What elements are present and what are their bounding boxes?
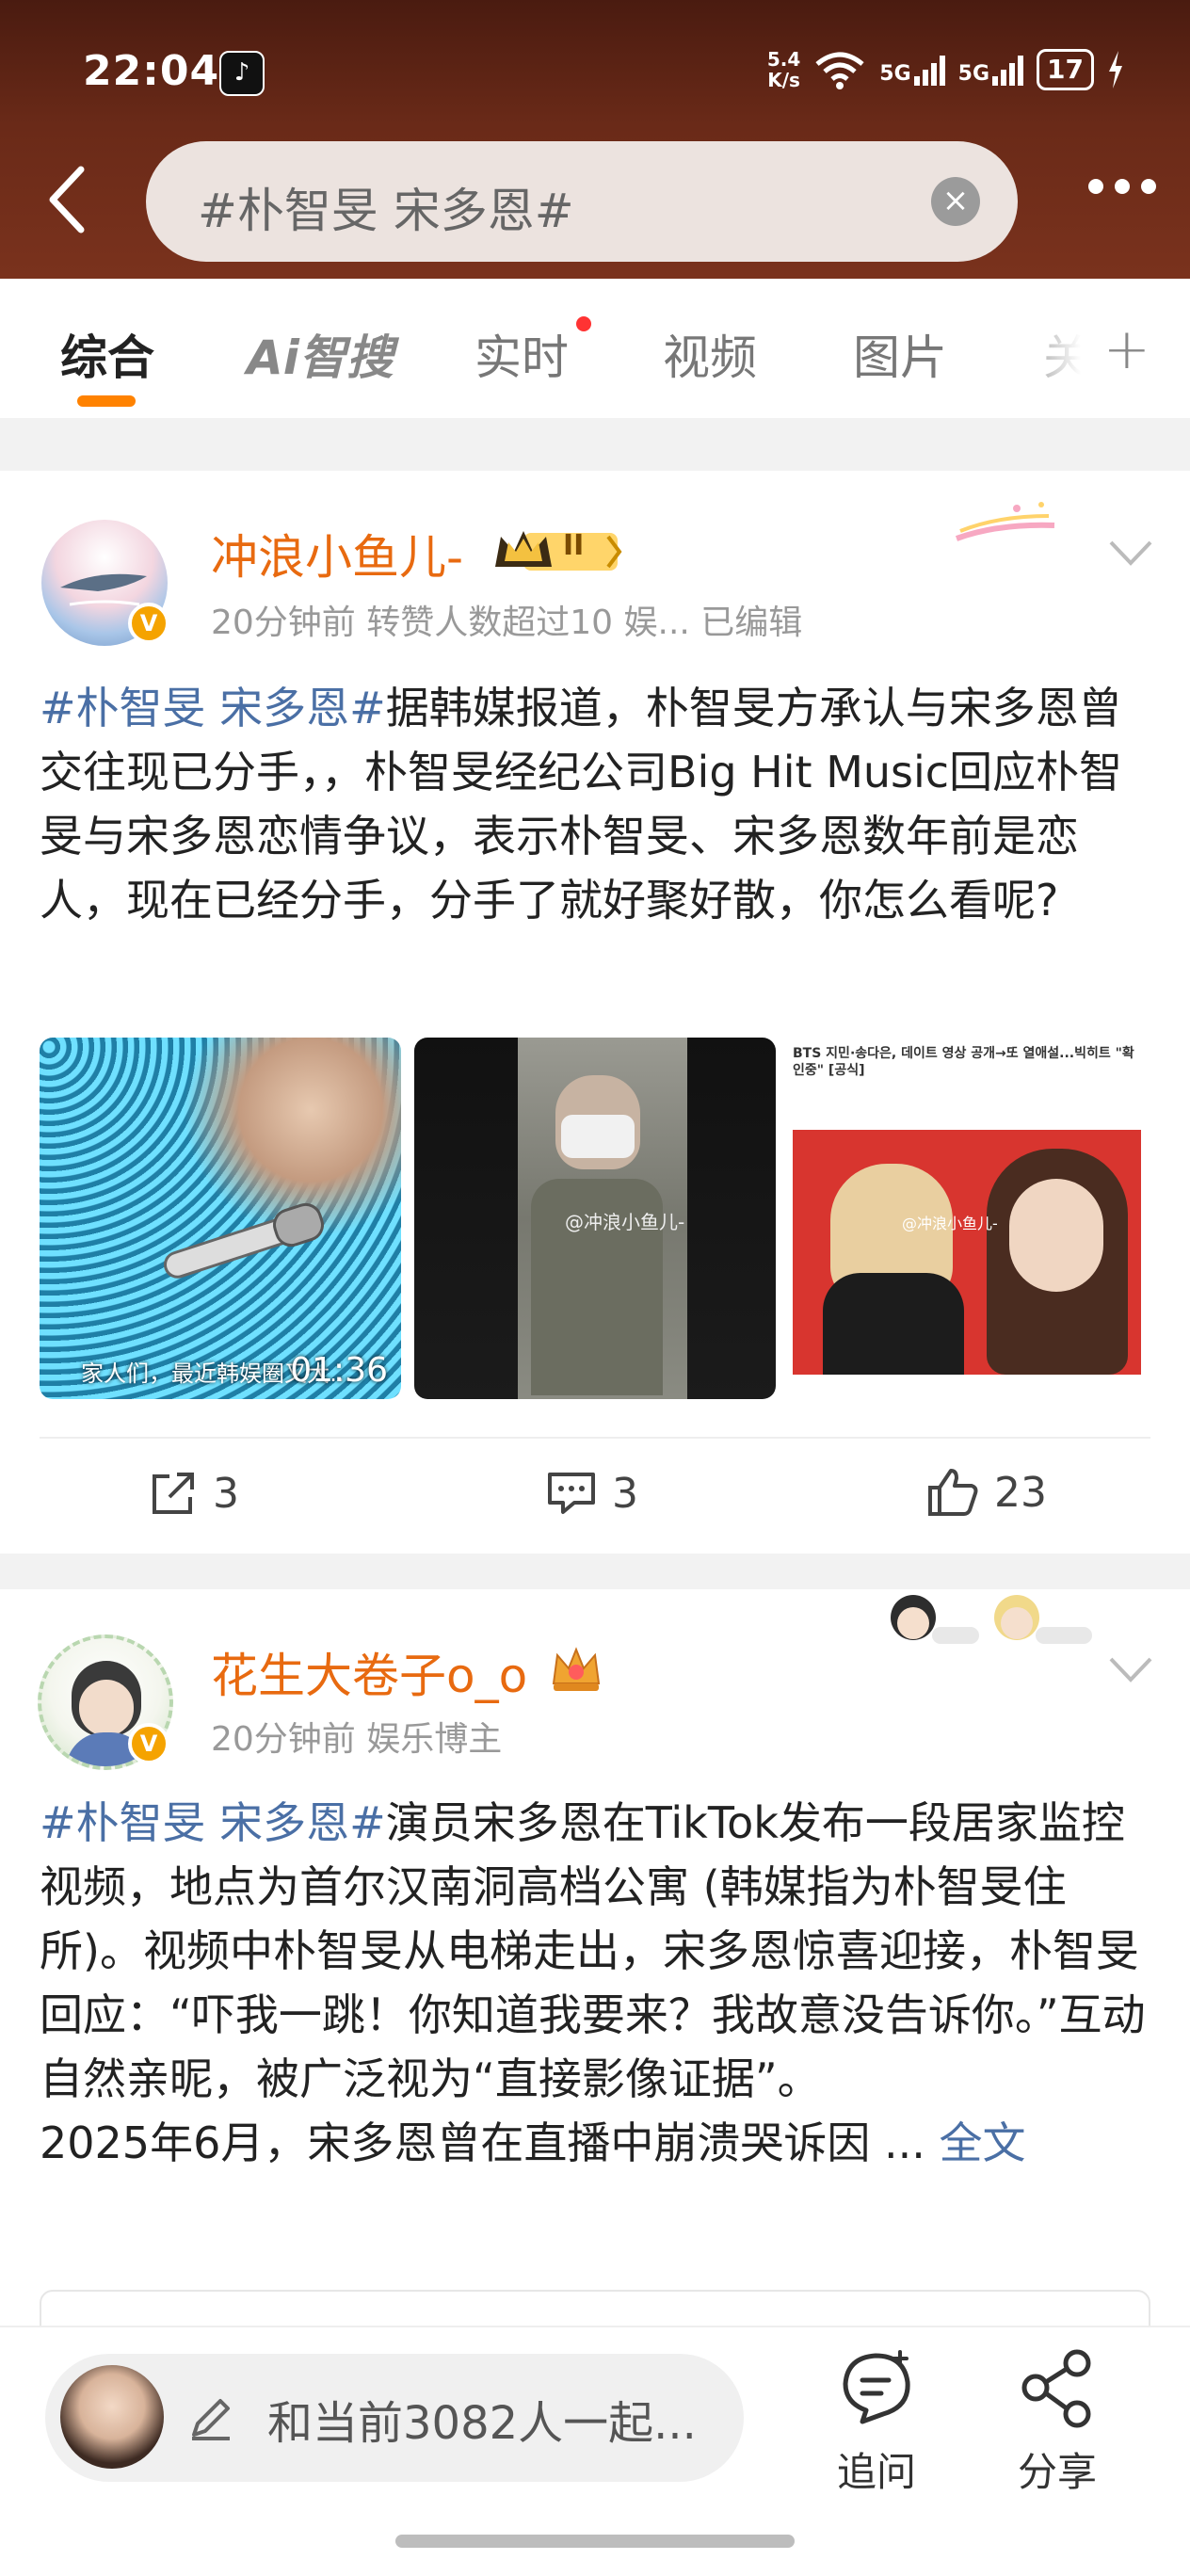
avatar-face: [79, 1680, 134, 1736]
tab-fade: [1002, 279, 1115, 418]
photo-mask: [561, 1115, 635, 1158]
video-thumbnail[interactable]: 家人们，最近韩娱圈又大… 01:36: [40, 1038, 401, 1399]
pencil-icon: [192, 2399, 230, 2440]
active-tab-indicator: [77, 395, 136, 407]
home-indicator[interactable]: [395, 2535, 795, 2548]
share-button[interactable]: 分享: [1015, 2346, 1100, 2498]
status-time: 22:04: [83, 47, 220, 95]
tab-comprehensive[interactable]: 综合: [60, 320, 154, 388]
wifi-icon: [815, 52, 864, 89]
realtime-notification-dot: [576, 316, 591, 331]
ask-button[interactable]: 追问: [834, 2346, 919, 2498]
signal-1-label: 5G: [879, 62, 911, 86]
repost-count: 3: [213, 1469, 239, 1518]
post-body: #朴智旻 宋多恩#演员宋多恩在TikTok发布一段居家监控视频，地点为首尔汉南洞…: [40, 1791, 1150, 2175]
comment-button[interactable]: 3: [546, 1469, 638, 1518]
like-count: 23: [994, 1468, 1047, 1517]
signal-2-label: 5G: [957, 62, 990, 86]
divider: [40, 1437, 1150, 1439]
ask-label: 追问: [836, 2449, 916, 2495]
comment-count: 3: [612, 1469, 638, 1518]
status-bar: 22:04 ♪ 5.4 K/s 5G 5G 17: [83, 47, 1152, 104]
search-tabs: 综合 Ai智搜 实时 视频 图片 关 +: [0, 279, 1190, 418]
signal-1: 5G: [879, 54, 945, 86]
tiktok-notification-icon: ♪: [219, 51, 265, 96]
news-watermark: @冲浪小鱼儿-: [902, 1215, 998, 1232]
clear-search-icon[interactable]: ×: [931, 177, 980, 226]
comment-input[interactable]: 和当前3082人一起...: [45, 2354, 744, 2482]
status-indicators: 5.4 K/s 5G 5G 17: [767, 49, 1124, 90]
back-arrow-icon[interactable]: [45, 166, 90, 233]
verified-badge-icon: V: [128, 603, 169, 644]
like-button[interactable]: 23: [926, 1467, 1047, 1518]
post-meta: 20分钟前 转赞人数超过10 娱... 已编辑: [211, 604, 803, 642]
news-headline: BTS 지민·송다은, 데이트 영상 공개→또 열애설...빅히트 "확인중" …: [793, 1046, 1134, 1078]
tab-realtime[interactable]: 实时: [474, 320, 569, 388]
hashtag-link[interactable]: #朴智旻 宋多恩#: [40, 1797, 386, 1848]
more-options-icon[interactable]: [1088, 179, 1156, 194]
news-person-1-body: [823, 1273, 964, 1375]
chevron-down-icon[interactable]: [1107, 1655, 1154, 1683]
comment-placeholder: 和当前3082人一起...: [267, 2397, 697, 2450]
thumbs-up-icon: [928, 1469, 978, 1516]
search-input[interactable]: #朴智旻 宋多恩# ×: [146, 141, 1018, 262]
battery-indicator: 17: [1037, 49, 1094, 90]
tab-images[interactable]: 图片: [853, 320, 947, 388]
net-speed-value: 5.4: [766, 48, 801, 71]
search-header: 22:04 ♪ 5.4 K/s 5G 5G 17 #朴智旻 宋多恩# ×: [0, 0, 1190, 279]
microphone-image: [164, 1202, 324, 1279]
news-person-2-face: [1009, 1179, 1103, 1292]
signal-bars-icon: [913, 54, 945, 86]
add-tab-icon[interactable]: +: [1103, 316, 1150, 382]
network-speed: 5.4 K/s: [767, 49, 800, 90]
repost-icon: [153, 1473, 194, 1514]
verified-badge-icon: V: [128, 1723, 169, 1764]
net-speed-unit: K/s: [767, 69, 800, 91]
tab-ai-search[interactable]: Ai智搜: [247, 320, 394, 388]
hashtag-link[interactable]: #朴智旻 宋多恩#: [40, 683, 386, 733]
tab-video[interactable]: 视频: [663, 320, 757, 388]
level-badge: II: [563, 529, 585, 562]
ask-chat-icon: [843, 2350, 910, 2424]
news-thumbnail[interactable]: BTS 지민·송다은, 데이트 영상 공개→또 열애설...빅히트 "확인중" …: [789, 1038, 1150, 1399]
search-query: #朴智旻 宋多恩#: [198, 184, 574, 238]
post-text-continued: 2025年6月，宋多恩曾在直播中崩溃哭诉因 ...: [40, 2117, 925, 2168]
charging-icon: [1109, 51, 1122, 89]
post-username[interactable]: 花生大卷子o_o: [211, 1638, 527, 1706]
decoration-sparkle-icon: [955, 502, 1055, 541]
crown-icon: [552, 1647, 601, 1691]
repost-button[interactable]: 3: [149, 1469, 239, 1518]
share-label: 分享: [1017, 2449, 1097, 2495]
avatar: [60, 2365, 164, 2469]
signal-bars-icon: [992, 54, 1024, 86]
image-watermark: @冲浪小鱼儿-: [565, 1211, 685, 1233]
post-images: 家人们，最近韩娱圈又大… 01:36 @冲浪小鱼儿- BTS 지민·송다은, 데…: [40, 1038, 1150, 1399]
member-crown-icon: [495, 531, 622, 571]
video-duration: 01:36: [290, 1351, 388, 1390]
comment-icon: [548, 1473, 595, 1514]
chevron-down-icon[interactable]: [1107, 539, 1154, 567]
post-username[interactable]: 冲浪小鱼儿-: [211, 520, 463, 588]
post-meta: 20分钟前 娱乐博主: [211, 1720, 503, 1759]
signal-2: 5G: [957, 54, 1024, 86]
post-card: V 花生大卷子o_o 20分钟前 娱乐博主 #朴智旻 宋多恩#演员宋多恩在Tik…: [0, 1589, 1190, 2365]
post-body: #朴智旻 宋多恩#据韩媒报道，朴智旻方承认与宋多恩曾交往现已分手，，朴智旻经纪公…: [40, 676, 1150, 932]
post-card: V 冲浪小鱼儿- II 20分钟前 转赞人数超过10 娱... 已编辑 #朴智旻…: [0, 471, 1190, 1554]
cartoon-decoration-icon: [891, 1595, 1092, 1644]
bottom-action-bar: 和当前3082人一起... 追问 分享: [0, 2326, 1190, 2576]
full-text-link[interactable]: 全文: [939, 2117, 1025, 2168]
image-thumbnail[interactable]: @冲浪小鱼儿-: [414, 1038, 776, 1399]
share-icon: [1021, 2349, 1091, 2428]
